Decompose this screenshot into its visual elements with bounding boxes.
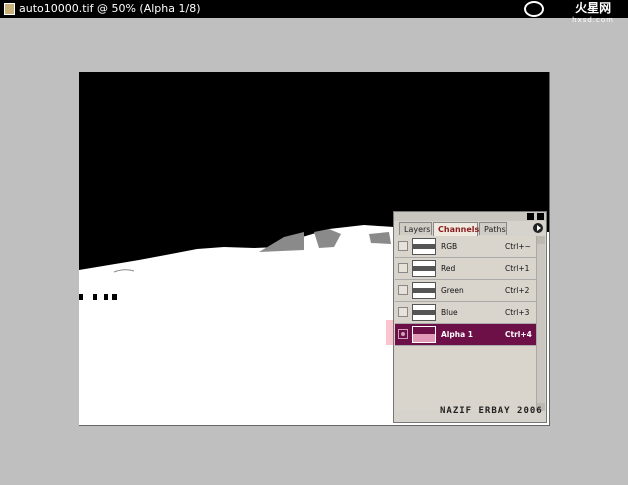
watermark-text: 火星网 [575, 1, 612, 15]
author-signature: NAZIF ERBAY 2006 [440, 406, 543, 416]
visibility-toggle[interactable] [398, 241, 408, 251]
watermark: 火星网 hxsd.com [572, 2, 614, 26]
channel-thumbnail [412, 304, 436, 321]
document-title: auto10000.tif @ 50% (Alpha 1/8) [19, 2, 201, 15]
tab-channels[interactable]: Channels [433, 222, 479, 236]
channel-list: RGB Ctrl+~ Red Ctrl+1 Green Ctrl+2 Blue … [395, 236, 536, 411]
document-title-bar: auto10000.tif @ 50% (Alpha 1/8) [0, 0, 628, 18]
panel-title-bar[interactable] [394, 212, 546, 221]
channel-row-blue[interactable]: Blue Ctrl+3 [395, 302, 536, 324]
document-icon [4, 3, 15, 15]
channel-name: RGB [441, 242, 458, 251]
channel-name: Green [441, 286, 464, 295]
channel-shortcut: Ctrl+2 [505, 286, 530, 295]
watermark-logo-icon [524, 1, 544, 17]
visibility-toggle[interactable] [398, 263, 408, 273]
panel-menu-icon[interactable] [533, 223, 543, 233]
tab-layers[interactable]: Layers [399, 222, 432, 235]
channel-name: Alpha 1 [441, 330, 473, 339]
channel-name: Red [441, 264, 456, 273]
channel-list-scrollbar[interactable] [536, 236, 545, 411]
channel-name: Blue [441, 308, 458, 317]
channel-shortcut: Ctrl+3 [505, 308, 530, 317]
channel-thumbnail [412, 238, 436, 255]
channel-shortcut: Ctrl+1 [505, 264, 530, 273]
scroll-up-icon[interactable] [537, 236, 545, 244]
channels-panel: Layers Channels Paths RGB Ctrl+~ Red Ctr… [393, 211, 547, 423]
channel-row-red[interactable]: Red Ctrl+1 [395, 258, 536, 280]
tab-paths[interactable]: Paths [479, 222, 507, 235]
close-icon[interactable] [537, 213, 544, 220]
channel-row-rgb[interactable]: RGB Ctrl+~ [395, 236, 536, 258]
channel-thumbnail [412, 326, 436, 343]
channel-row-green[interactable]: Green Ctrl+2 [395, 280, 536, 302]
watermark-sub: hxsd.com [572, 16, 614, 24]
channel-thumbnail [412, 260, 436, 277]
channel-shortcut: Ctrl+4 [505, 330, 532, 339]
panel-tabs: Layers Channels Paths [395, 222, 545, 236]
channel-row-alpha-1[interactable]: Alpha 1 Ctrl+4 [395, 324, 536, 346]
visibility-toggle[interactable] [398, 285, 408, 295]
channel-thumbnail [412, 282, 436, 299]
minimize-icon[interactable] [527, 213, 534, 220]
channel-shortcut: Ctrl+~ [505, 242, 531, 251]
eye-icon[interactable] [398, 329, 408, 339]
visibility-toggle[interactable] [398, 307, 408, 317]
